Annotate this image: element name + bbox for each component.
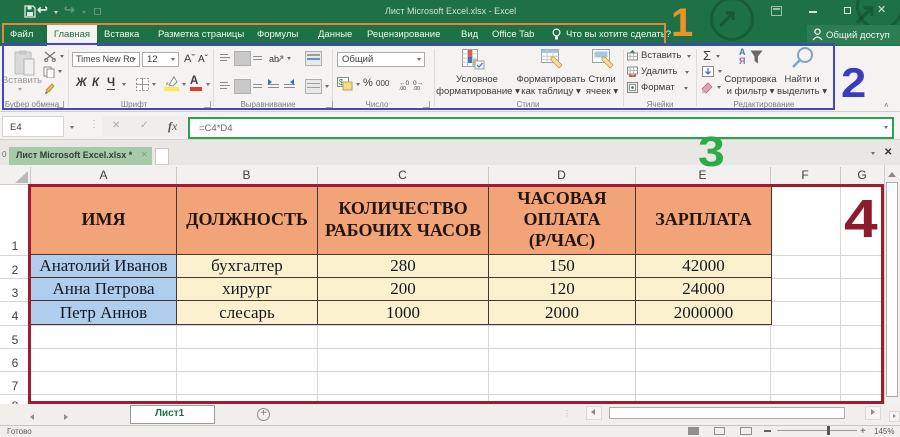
svg-text:.00: .00 <box>413 86 420 90</box>
svg-text:.00: .00 <box>399 86 406 90</box>
svg-text:ab: ab <box>269 54 279 64</box>
